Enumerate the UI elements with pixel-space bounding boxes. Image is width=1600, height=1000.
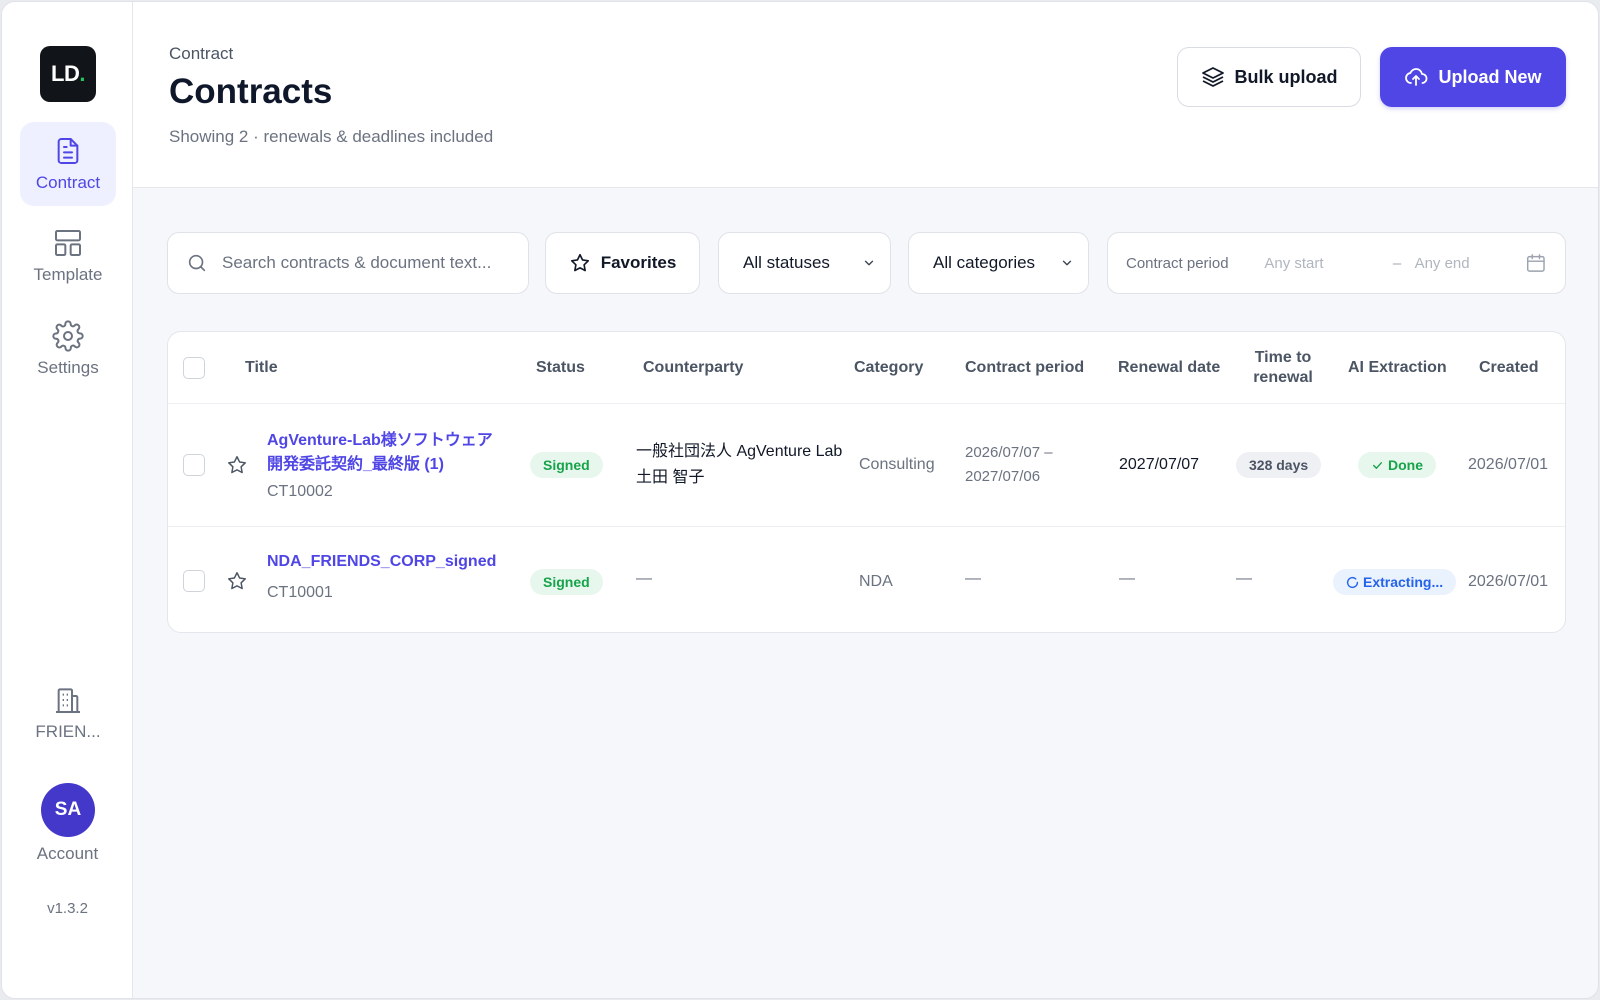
- renewal-date-cell: —: [1119, 570, 1135, 587]
- logo-dot: .: [79, 61, 85, 86]
- chevron-down-icon: [1062, 260, 1072, 266]
- category-select-value: All categories: [933, 253, 1036, 272]
- layers-icon: [1201, 67, 1224, 87]
- calendar-icon[interactable]: [1525, 252, 1547, 274]
- spinner-icon: [1346, 576, 1359, 588]
- contract-id: CT10001: [267, 584, 333, 601]
- app-window: LD. Contract Template Settings FRIEN... …: [1, 1, 1599, 999]
- contract-id: CT10002: [267, 483, 333, 500]
- sidebar-item-template[interactable]: Template: [20, 214, 116, 298]
- column-header-ai-extraction[interactable]: AI Extraction: [1348, 332, 1447, 404]
- contract-title-link[interactable]: NDA_FRIENDS_CORP_signed: [267, 550, 496, 574]
- account-label[interactable]: Account: [2, 844, 133, 864]
- column-header-created[interactable]: Created: [1479, 332, 1539, 404]
- building-icon: [56, 688, 80, 713]
- period-start-field[interactable]: Any start: [1264, 255, 1392, 272]
- breadcrumb[interactable]: Contract: [169, 44, 233, 64]
- avatar[interactable]: SA: [41, 783, 95, 837]
- created-cell: 2026/07/01: [1468, 573, 1549, 590]
- logo-text: LD: [51, 61, 80, 86]
- star-icon: [570, 253, 589, 272]
- counterparty-line1: 一般社団法人 AgVenture Lab: [636, 443, 843, 460]
- created-cell: 2026/07/01: [1468, 456, 1549, 473]
- contract-period-cell: —: [965, 570, 981, 587]
- contract-period-line2: 2027/07/06: [965, 468, 1041, 485]
- column-header-time-to-renewal[interactable]: Time to renewal: [1228, 332, 1338, 404]
- search-input[interactable]: [222, 253, 512, 273]
- column-header-status[interactable]: Status: [536, 332, 585, 404]
- favorite-star-icon[interactable]: [226, 570, 248, 592]
- page-subtitle: Showing 2 · renewals & deadlines include…: [169, 127, 494, 146]
- column-header-renewal-date[interactable]: Renewal date: [1118, 332, 1220, 404]
- contracts-table: Title Status Counterparty Category Contr…: [167, 331, 1566, 633]
- cloud-upload-icon: [1405, 68, 1428, 86]
- contract-period-line1: 2026/07/07 –: [965, 444, 1053, 461]
- counterparty-cell: —: [636, 570, 652, 587]
- sidebar-item-settings[interactable]: Settings: [20, 307, 116, 391]
- contract-title-line1: AgVenture-Lab様ソフトウェア: [267, 432, 493, 449]
- column-header-title[interactable]: Title: [245, 332, 278, 404]
- sidebar: LD. Contract Template Settings FRIEN... …: [2, 2, 133, 998]
- table-row[interactable]: AgVenture-Lab様ソフトウェア 開発委託契約_最終版 (1) CT10…: [168, 405, 1565, 527]
- category-cell: NDA: [859, 573, 893, 590]
- period-end-field[interactable]: Any end: [1415, 255, 1526, 272]
- contract-title-link[interactable]: AgVenture-Lab様ソフトウェア 開発委託契約_最終版 (1): [267, 429, 493, 477]
- renewal-date-cell: 2027/07/07: [1119, 456, 1200, 473]
- upload-new-button[interactable]: Upload New: [1380, 47, 1566, 107]
- version-label: v1.3.2: [47, 900, 88, 917]
- page-header: Contract Contracts Showing 2 · renewals …: [133, 2, 1598, 188]
- avatar-initials: SA: [54, 799, 82, 820]
- ai-extraction-label: Extracting...: [1363, 574, 1444, 590]
- contract-title-line2: 開発委託契約_最終版 (1): [267, 456, 444, 473]
- bulk-upload-button[interactable]: Bulk upload: [1177, 47, 1361, 107]
- favorites-filter-button[interactable]: Favorites: [545, 232, 700, 294]
- column-header-time-to-renewal-line2: renewal: [1253, 369, 1313, 386]
- favorite-star-icon[interactable]: [226, 454, 248, 476]
- ai-extraction-badge: Extracting...: [1333, 569, 1457, 595]
- sidebar-item-contract[interactable]: Contract: [20, 122, 116, 206]
- search-icon: [188, 254, 206, 272]
- ai-extraction-label: Done: [1388, 457, 1423, 473]
- status-badge: Signed: [530, 452, 603, 478]
- page-title: Contracts: [169, 72, 333, 111]
- table-row[interactable]: NDA_FRIENDS_CORP_signed CT10001 Signed —…: [168, 528, 1565, 632]
- contract-period-filter[interactable]: Contract period Any start – Any end: [1107, 232, 1566, 294]
- search-box[interactable]: [167, 232, 529, 294]
- chevron-down-icon: [864, 260, 874, 266]
- favorites-label: Favorites: [600, 253, 677, 272]
- table-header: Title Status Counterparty Category Contr…: [168, 332, 1565, 404]
- sidebar-item-label: Settings: [37, 358, 99, 377]
- ai-extraction-badge: Done: [1358, 452, 1436, 478]
- contract-period-cell: 2026/07/07 – 2027/07/06: [965, 441, 1053, 489]
- time-to-renewal-cell: —: [1236, 570, 1252, 587]
- column-header-category[interactable]: Category: [854, 332, 923, 404]
- organization-switcher[interactable]: FRIEN...: [20, 678, 116, 748]
- select-all-checkbox[interactable]: [183, 357, 205, 379]
- organization-label: FRIEN...: [35, 722, 101, 741]
- sidebar-item-label: Template: [33, 265, 103, 284]
- upload-new-label: Upload New: [1438, 66, 1542, 87]
- layout-icon: [55, 230, 81, 256]
- app-logo[interactable]: LD.: [40, 46, 96, 102]
- row-checkbox[interactable]: [183, 570, 205, 592]
- column-header-time-to-renewal-line1: Time to: [1254, 349, 1312, 366]
- category-cell: Consulting: [859, 456, 935, 473]
- gear-icon: [52, 320, 84, 352]
- contract-period-label: Contract period: [1126, 254, 1229, 272]
- time-to-renewal-badge: 328 days: [1236, 452, 1322, 478]
- row-checkbox[interactable]: [183, 454, 205, 476]
- check-icon: [1373, 461, 1382, 469]
- category-select[interactable]: All categories: [908, 232, 1089, 294]
- period-separator: –: [1392, 254, 1402, 272]
- counterparty-line2: 土田 智子: [636, 469, 705, 486]
- document-icon: [57, 138, 79, 164]
- bulk-upload-label: Bulk upload: [1234, 66, 1338, 87]
- status-select-value: All statuses: [743, 253, 830, 272]
- counterparty-cell: 一般社団法人 AgVenture Lab 土田 智子: [636, 439, 842, 491]
- column-header-contract-period[interactable]: Contract period: [965, 332, 1084, 404]
- column-header-counterparty[interactable]: Counterparty: [643, 332, 743, 404]
- status-badge: Signed: [530, 569, 603, 595]
- sidebar-item-label: Contract: [35, 173, 101, 192]
- status-select[interactable]: All statuses: [718, 232, 891, 294]
